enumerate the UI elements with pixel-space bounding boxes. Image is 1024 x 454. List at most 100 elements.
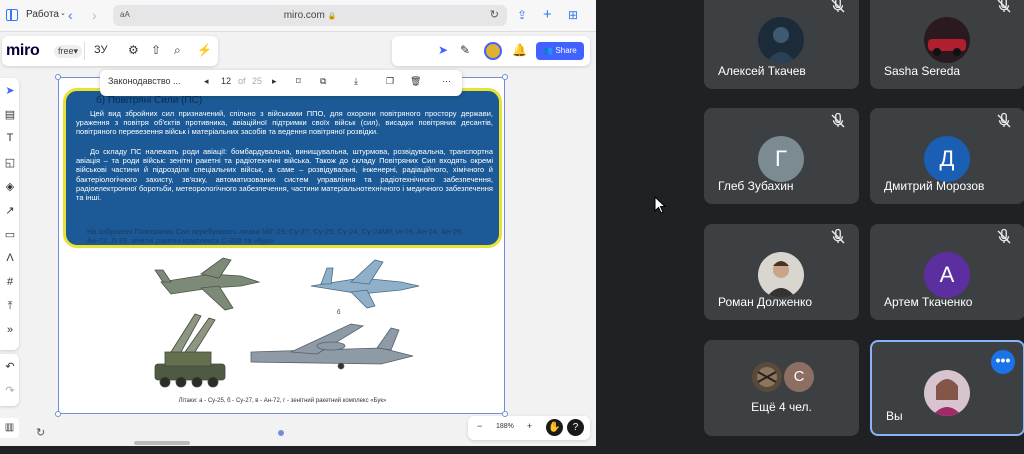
plan-badge[interactable]: free▾: [54, 45, 83, 58]
self-photo: [924, 370, 970, 416]
figure-caption: Літаки: а - Су-25, б - Су-27, в - Ан-72,…: [178, 398, 387, 404]
participant-avatar: Г: [758, 136, 804, 182]
more-participants-tile[interactable]: С Ещё 4 чел.: [704, 340, 859, 436]
participant-avatar: А: [924, 252, 970, 298]
participant-name: Роман Долженко: [718, 295, 813, 309]
paragraph: Цей вид збройних сил призначений, спільн…: [76, 109, 493, 137]
rotate-icon[interactable]: ↻: [36, 426, 45, 439]
participant-tile[interactable]: Г Глеб Зубахин: [704, 108, 859, 204]
select-tool-icon[interactable]: ➤: [3, 84, 17, 97]
notifications-icon[interactable]: 🔔: [512, 43, 527, 57]
tools-toolbar: ➤ ▤ T ◱ ◈ ↗ ▭ Ʌ # ⤒ »: [0, 78, 19, 350]
next-page-icon[interactable]: ▸: [272, 76, 277, 87]
share-button[interactable]: 👥 Share: [536, 42, 584, 60]
tab-group-title[interactable]: Работа: [26, 9, 59, 20]
bookmark-icon[interactable]: ⌑: [296, 76, 301, 87]
new-tab-icon[interactable]: +: [543, 6, 552, 24]
connector-icon[interactable]: ↗: [3, 204, 17, 217]
lock-icon: 🔒: [327, 13, 337, 20]
divider: [84, 42, 85, 60]
settings-icon[interactable]: ⚙: [128, 43, 139, 57]
comment-icon[interactable]: ▭: [3, 228, 17, 241]
panel-toggle-icon[interactable]: ▥: [0, 418, 19, 438]
frame-icon[interactable]: #: [3, 276, 17, 288]
zoom-level[interactable]: 188%: [496, 423, 514, 430]
participant-avatar: С: [784, 362, 814, 392]
back-icon[interactable]: ‹: [68, 6, 73, 24]
miro-board-menu: miro free▾ ЗУ ⚙ ⇧ ⌕ ⚡: [2, 36, 218, 66]
copy-icon[interactable]: ❐: [386, 76, 394, 87]
aircraft-figure: б: [154, 257, 420, 388]
zoom-in-button[interactable]: +: [527, 421, 532, 431]
history-controls: ↶ ↷: [0, 354, 19, 406]
resize-handle[interactable]: [55, 74, 61, 80]
sidebar-icon[interactable]: [6, 9, 18, 21]
mic-off-icon: [997, 228, 1011, 244]
user-avatar[interactable]: [484, 42, 502, 60]
export-icon[interactable]: ⇧: [151, 43, 161, 57]
zoom-out-button[interactable]: −: [477, 421, 482, 431]
address-bar[interactable]: аА miro.com 🔒 ↻: [113, 5, 507, 26]
help-button[interactable]: ?: [567, 419, 584, 436]
download-icon[interactable]: ⤓: [354, 76, 358, 87]
participant-tile[interactable]: А Артем Ткаченко: [870, 224, 1024, 320]
document-frame[interactable]: б) Повітряні Сили (ПС) Цей вид збройних …: [55, 74, 508, 417]
participant-tile[interactable]: Sasha Sereda: [870, 0, 1024, 89]
hand-tool-icon[interactable]: ✋: [546, 419, 563, 436]
more-options-icon[interactable]: ⋯: [442, 76, 451, 87]
templates-icon[interactable]: ▤: [3, 108, 17, 121]
shared-screen: Работа ⌄ ‹ › аА miro.com 🔒 ↻ ⇪ + ⊞ miro …: [0, 0, 596, 446]
frame-handle-dot[interactable]: [278, 430, 284, 436]
miro-collab-bar: ➤ ✎ 🔔 👥 Share: [392, 36, 590, 66]
participant-photo: [752, 362, 782, 392]
undo-icon[interactable]: ↶: [3, 360, 17, 373]
pen-icon[interactable]: Ʌ: [3, 252, 17, 264]
self-tile[interactable]: ••• Вы: [870, 340, 1024, 436]
forward-icon[interactable]: ›: [92, 6, 97, 24]
browser-toolbar: Работа ⌄ ‹ › аА miro.com 🔒 ↻ ⇪ + ⊞: [0, 0, 596, 32]
document-title[interactable]: Законодавство ...: [108, 76, 181, 86]
redo-icon[interactable]: ↷: [3, 384, 17, 397]
pointer-icon[interactable]: ➤: [438, 43, 448, 57]
upload-icon[interactable]: ⤒: [3, 300, 17, 313]
prev-page-icon[interactable]: ◂: [204, 76, 209, 87]
resize-handle[interactable]: [55, 411, 61, 417]
participant-photo: [758, 17, 804, 63]
reactions-icon[interactable]: ✎: [460, 43, 470, 57]
more-tools-icon[interactable]: »: [3, 324, 17, 336]
participant-name: Дмитрий Морозов: [884, 179, 985, 193]
reload-icon[interactable]: ↻: [490, 8, 499, 21]
participant-tile[interactable]: Роман Долженко: [704, 224, 859, 320]
delete-icon[interactable]: 🗑: [410, 76, 421, 87]
participant-photo: [758, 252, 804, 298]
more-options-button[interactable]: •••: [991, 350, 1015, 374]
url-text: miro.com 🔒: [283, 10, 337, 21]
participant-tile[interactable]: Д Дмитрий Морозов: [870, 108, 1024, 204]
highlighted-section: б) Повітряні Сили (ПС) Цей вид збройних …: [63, 88, 502, 248]
shapes-icon[interactable]: ◈: [3, 180, 17, 193]
search-icon[interactable]: ⌕: [174, 43, 181, 58]
board-name[interactable]: ЗУ: [94, 44, 108, 56]
resize-handle[interactable]: [502, 74, 508, 80]
chevron-down-icon[interactable]: ⌄: [60, 9, 66, 17]
miro-logo[interactable]: miro: [6, 42, 40, 60]
miro-top-bar: miro free▾ ЗУ ⚙ ⇧ ⌕ ⚡ ⊞ ➤ ✎ 🔔 👥 Share: [0, 32, 596, 70]
sticky-note-icon[interactable]: ◱: [3, 156, 17, 169]
horizontal-scrollbar[interactable]: [134, 441, 190, 445]
figure-label-b: б: [337, 310, 341, 316]
magic-icon[interactable]: ⚡: [197, 43, 212, 57]
share-icon[interactable]: ⇪: [517, 6, 527, 24]
text-tool-icon[interactable]: T: [3, 132, 17, 144]
paragraph: На озброєнні Повітряних Сил перебувають …: [87, 227, 464, 246]
tabs-overview-icon[interactable]: ⊞: [568, 6, 578, 24]
participant-tile[interactable]: Алексей Ткачев: [704, 0, 859, 89]
duplicate-icon[interactable]: ⧉: [320, 76, 326, 87]
page-number[interactable]: 12: [221, 76, 231, 86]
more-participants-label: Ещё 4 чел.: [751, 400, 812, 414]
mouse-cursor-icon: [654, 196, 666, 214]
page-total: 25: [252, 76, 263, 86]
zoom-controls: − 188% + ✋ ?: [468, 416, 590, 440]
screen: Работа ⌄ ‹ › аА miro.com 🔒 ↻ ⇪ + ⊞ miro …: [0, 0, 1024, 454]
participant-name: Алексей Ткачев: [718, 64, 806, 78]
resize-handle[interactable]: [502, 411, 508, 417]
